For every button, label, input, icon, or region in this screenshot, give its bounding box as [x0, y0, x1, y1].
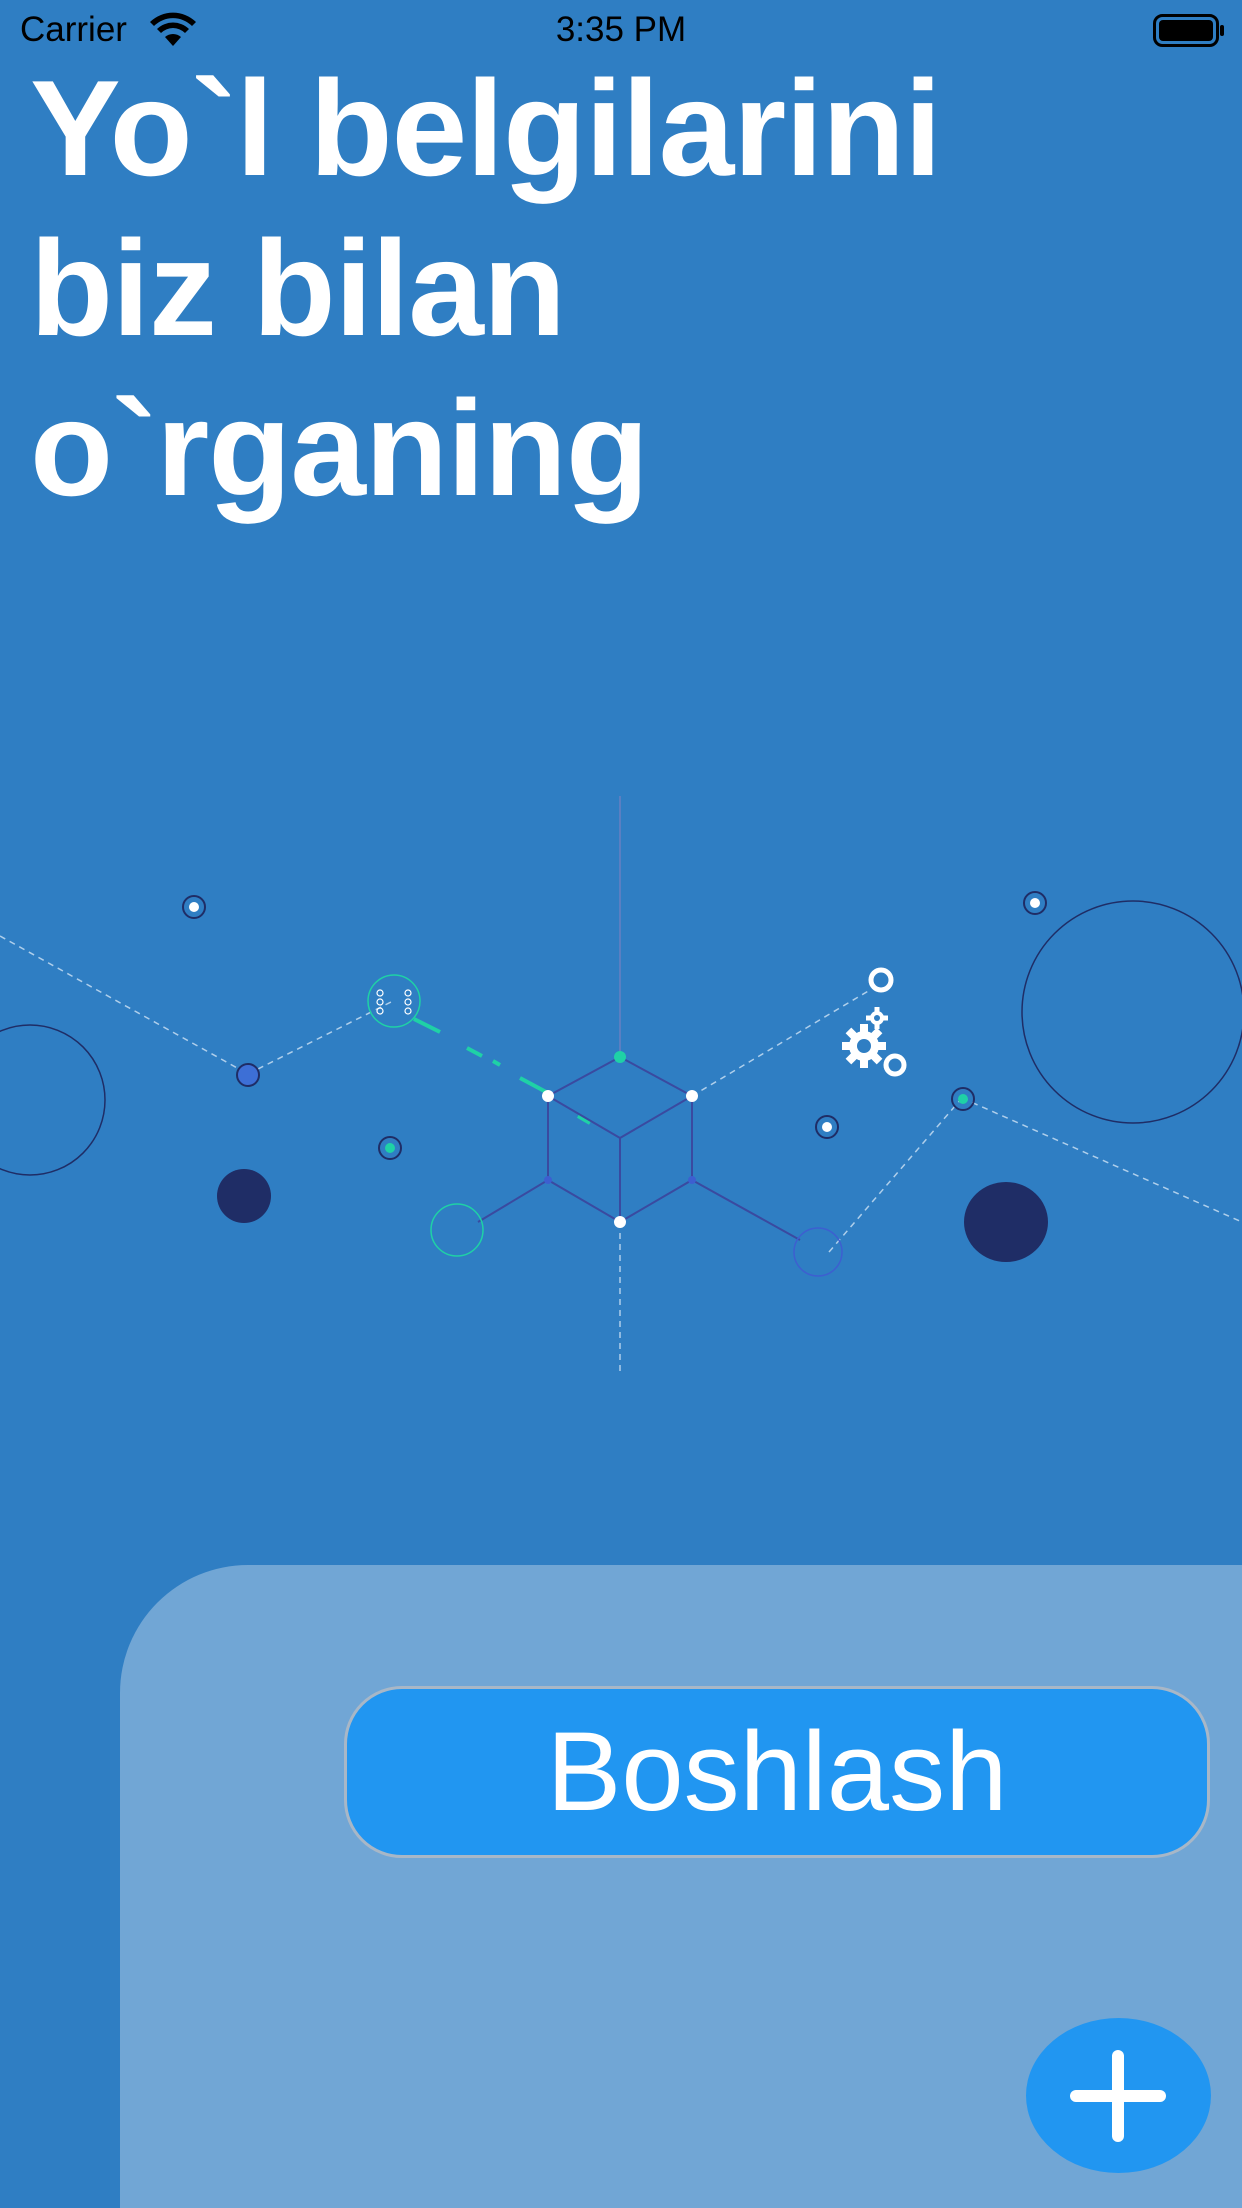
- ringed-node-4: [236, 1063, 260, 1087]
- title-line-2: biz bilan: [30, 212, 566, 364]
- page-title: Yo`l belgilarini biz bilan o`rganing: [30, 48, 942, 528]
- navy-dot-right: [964, 1182, 1048, 1262]
- battery-icon: [1153, 14, 1224, 47]
- add-button[interactable]: [1026, 2018, 1211, 2173]
- hex-node-lower-left: [544, 1176, 552, 1184]
- title-line-1: Yo`l belgilarini: [30, 52, 942, 204]
- plus-icon: [1070, 2050, 1166, 2142]
- gears-icon: [842, 967, 907, 1077]
- hex-node-lower-right: [688, 1176, 696, 1184]
- outline-circle-teal: [430, 1203, 484, 1257]
- dots-node: [367, 974, 421, 1028]
- ringed-node-1: [182, 895, 206, 919]
- hex-node-right: [686, 1090, 698, 1102]
- outline-circle-left: [0, 1024, 106, 1176]
- ringed-node-5: [378, 1136, 402, 1160]
- hexagon-cube: [477, 1055, 801, 1241]
- outline-circle-right: [1021, 900, 1242, 1124]
- start-button[interactable]: Boshlash: [344, 1686, 1210, 1858]
- outline-circle-blue: [793, 1227, 843, 1277]
- navy-dot-left: [217, 1169, 271, 1223]
- hex-node-top: [614, 1051, 626, 1063]
- hex-node-bottom: [614, 1216, 626, 1228]
- teal-highlight-line: [413, 1017, 592, 1125]
- hex-node-left: [542, 1090, 554, 1102]
- title-line-3: o`rganing: [30, 372, 649, 524]
- ringed-node-3: [815, 1115, 839, 1139]
- ringed-node-2: [1023, 891, 1047, 915]
- network-illustration: [0, 796, 1242, 1372]
- status-time: 3:35 PM: [555, 10, 687, 49]
- ringed-node-6: [951, 1087, 975, 1111]
